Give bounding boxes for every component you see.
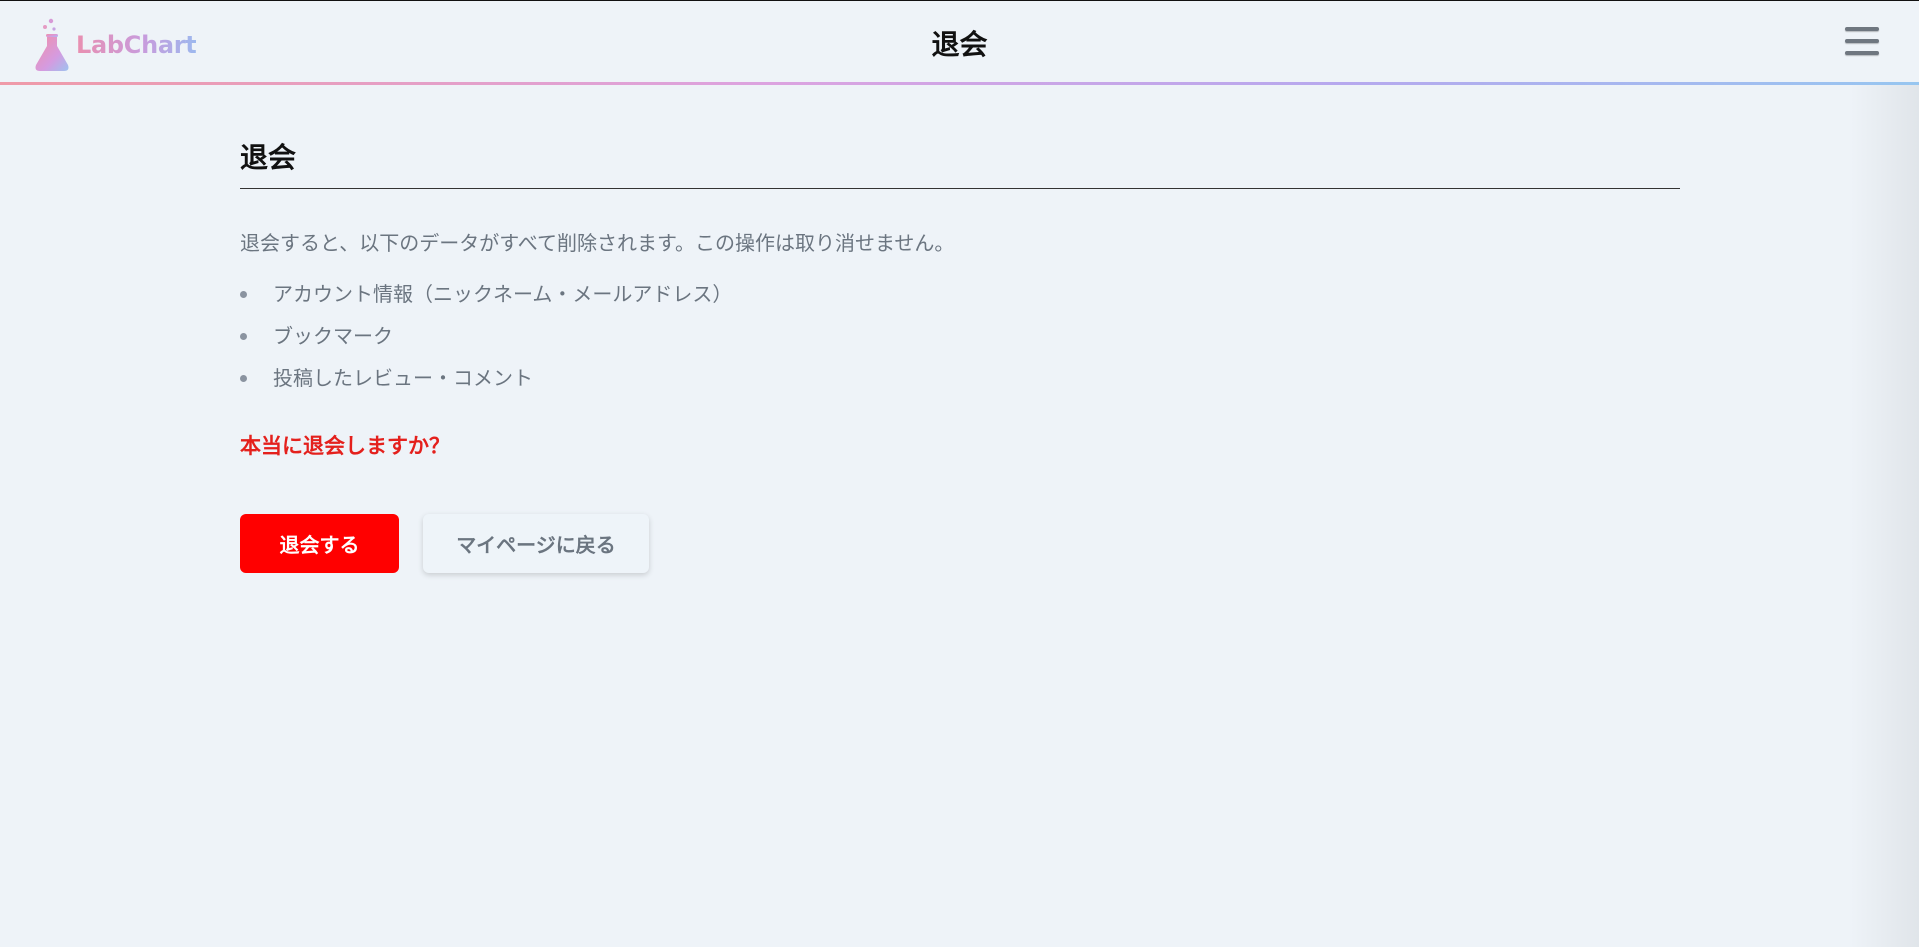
header-gradient-divider — [0, 82, 1919, 85]
hamburger-menu-icon — [1845, 27, 1879, 31]
hamburger-menu-icon — [1845, 39, 1879, 43]
site-header: LabChart 退会 — [0, 1, 1919, 83]
withdraw-notice: 退会すると、以下のデータがすべて削除されます。この操作は取り消せません。 — [240, 231, 955, 255]
hamburger-menu-icon — [1845, 51, 1879, 55]
title-divider — [240, 188, 1680, 189]
hamburger-menu-button[interactable] — [1840, 23, 1884, 59]
confirm-question: 本当に退会しますか？ — [240, 434, 450, 458]
page-title: 退会 — [240, 141, 297, 174]
list-item: 投稿したレビュー・コメント — [240, 365, 732, 407]
back-to-mypage-button[interactable]: マイページに戻る — [423, 514, 649, 573]
list-item: ブックマーク — [240, 323, 732, 365]
deleted-data-list: アカウント情報（ニックネーム・メールアドレス） ブックマーク 投稿したレビュー・… — [240, 281, 732, 407]
withdraw-button[interactable]: 退会する — [240, 514, 399, 573]
header-title: 退会 — [931, 28, 988, 61]
list-item: アカウント情報（ニックネーム・メールアドレス） — [240, 281, 732, 323]
page-edge-shadow — [1849, 85, 1919, 947]
